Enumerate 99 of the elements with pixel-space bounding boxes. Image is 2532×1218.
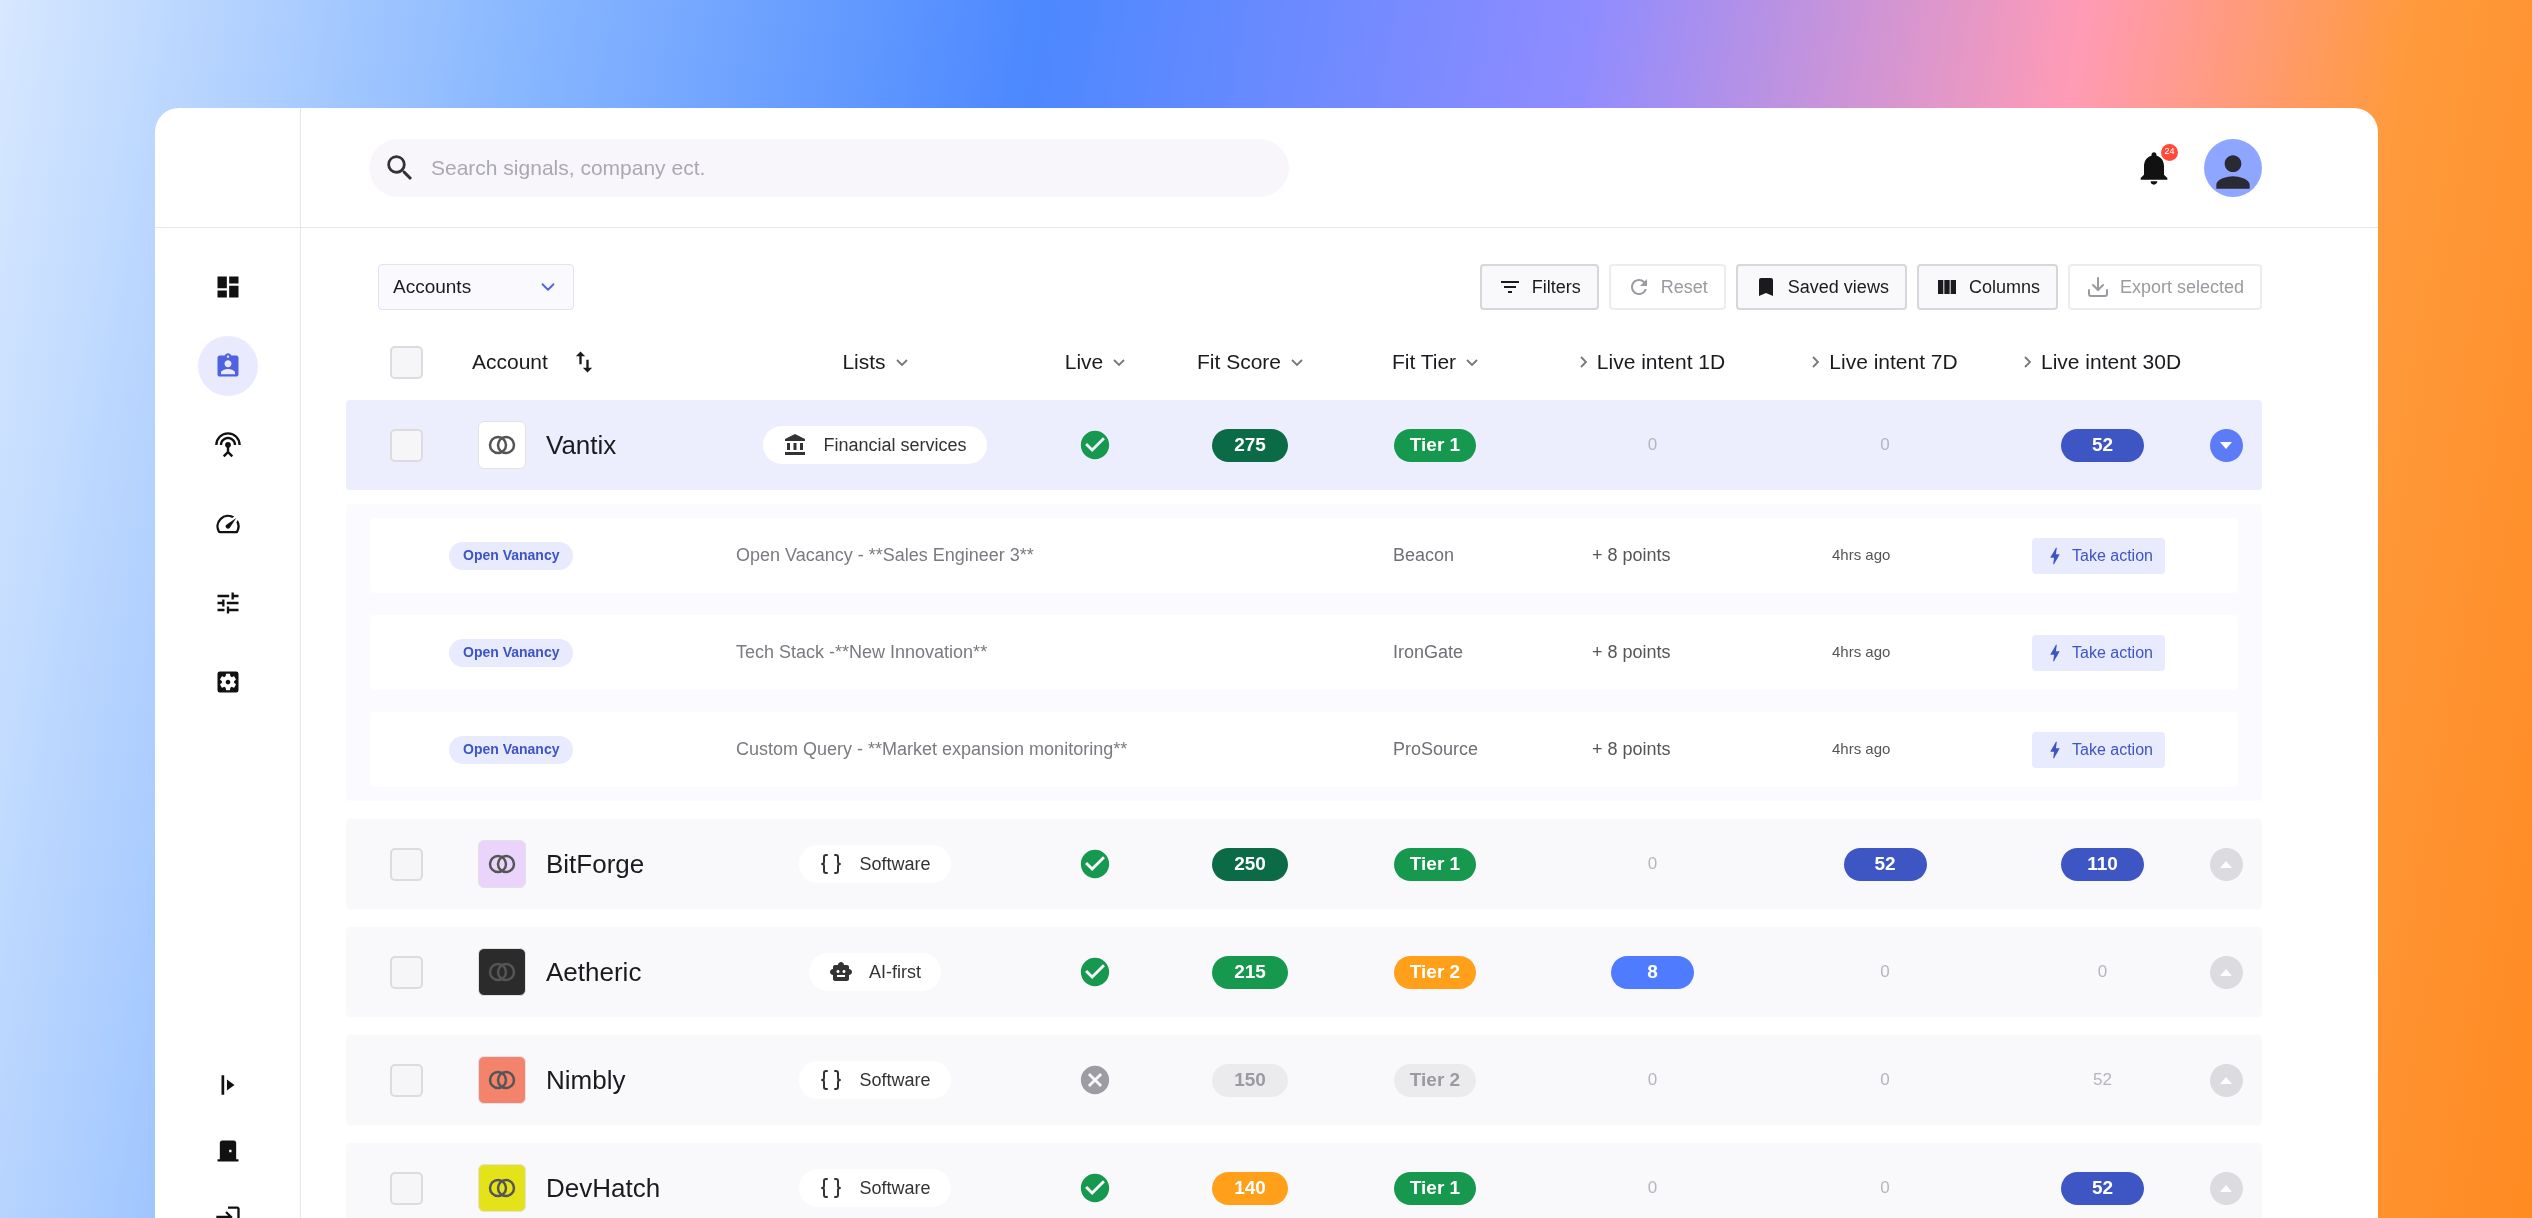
signal-source: Beacon (1392, 544, 1456, 567)
row-checkbox[interactable] (389, 1063, 423, 1097)
table-row[interactable]: Vantix Financial services 275 Tier 1 0 0 52 (346, 400, 2262, 490)
fit-tier-pill: Tier 2 (1394, 955, 1476, 989)
signal-description: Tech Stack -**New Innovation** (736, 641, 989, 664)
row-checkbox[interactable] (389, 847, 423, 881)
intent-value: 0 (2097, 961, 2108, 984)
intent-pill: 52 (1843, 847, 1927, 881)
signal-time: 4hrs ago (1832, 739, 1892, 760)
expand-button[interactable] (2209, 428, 2243, 462)
chevron-down-icon (1291, 358, 1303, 366)
caret-up-icon (2220, 860, 2232, 868)
column-header[interactable]: Lists (740, 346, 1010, 378)
intent-value: 52 (2093, 1069, 2112, 1092)
intent-value: 0 (1647, 1069, 1658, 1092)
take-action-button[interactable]: Take action (2032, 731, 2165, 768)
chevron-right-icon (2023, 356, 2031, 368)
caret-up-icon (2220, 968, 2232, 976)
intent-pill: 52 (2061, 1171, 2144, 1205)
intent-value: 0 (1880, 961, 1890, 984)
search-field[interactable]: Search signals, company ect. (369, 138, 1289, 197)
intent-value: 0 (1647, 434, 1658, 457)
row-checkbox[interactable] (389, 955, 423, 989)
list-tag: AI-first (809, 953, 941, 991)
account-name[interactable]: Aetheric (546, 952, 642, 992)
caret-down-icon (2220, 441, 2232, 449)
intent-value: 0 (1647, 853, 1658, 876)
download-icon (2085, 275, 2110, 299)
intent-value: 0 (1647, 1177, 1658, 1200)
user-avatar[interactable] (2204, 138, 2262, 197)
braces-icon (819, 852, 844, 876)
intent-value: 0 (1880, 434, 1890, 457)
intent-pill: 8 (1611, 955, 1694, 989)
account-name[interactable]: DevHatch (546, 1168, 661, 1208)
column-header[interactable]: Live intent 30D (2015, 346, 2190, 378)
braces-icon (819, 1176, 844, 1200)
take-action-button[interactable]: Take action (2032, 537, 2165, 574)
signal-tag: Open Vanancy (449, 735, 574, 764)
toolbar-button[interactable]: Columns (1916, 264, 2058, 310)
account-name[interactable]: Nimbly (546, 1060, 626, 1100)
signal-time: 4hrs ago (1832, 642, 1892, 663)
list-tag: Financial services (763, 426, 987, 464)
bank-icon (783, 433, 808, 457)
signal-points: + 8 points (1592, 641, 1672, 664)
view-dropdown[interactable]: Accounts (378, 264, 574, 310)
signal-description: Custom Query - **Market expansion monitoring** (736, 738, 1129, 761)
chevron-down-icon (1113, 358, 1126, 366)
toolbar-button[interactable]: Filters (1479, 264, 1599, 310)
table-row[interactable]: Nimbly Software 150 Tier 2 0 0 52 (346, 1035, 2262, 1125)
account-name[interactable]: BitForge (546, 844, 645, 884)
table-row[interactable]: DevHatch Software 140 Tier 1 0 0 52 (346, 1143, 2262, 1218)
signal-points: + 8 points (1592, 544, 1672, 567)
caret-up-icon (2220, 1076, 2232, 1084)
braces-icon (819, 1068, 844, 1092)
chevron-right-icon (1579, 356, 1587, 368)
fit-tier-pill: Tier 1 (1394, 428, 1476, 462)
signal-tag: Open Vanancy (449, 638, 574, 667)
intent-value: 0 (1880, 1069, 1890, 1092)
signal-time: 4hrs ago (1832, 545, 1892, 566)
table-row[interactable]: Aetheric AI-first 215 Tier 2 8 0 0 (346, 927, 2262, 1017)
fit-score-pill: 150 (1212, 1063, 1288, 1097)
intent-pill: 52 (2061, 428, 2144, 462)
chevron-right-icon (1812, 356, 1820, 368)
toolbar-button[interactable]: Saved views (1735, 264, 1907, 310)
list-tag: Software (799, 845, 951, 883)
fit-score-pill: 250 (1212, 847, 1288, 881)
signal-description: Open Vacancy - **Sales Engineer 3** (736, 544, 1035, 567)
fit-tier-pill: Tier 2 (1394, 1063, 1476, 1097)
chevron-down-icon (1466, 358, 1479, 366)
signal-tag: Open Vanancy (449, 541, 574, 570)
fit-score-pill: 275 (1212, 428, 1288, 462)
column-header[interactable]: Account (466, 346, 740, 378)
row-checkbox[interactable] (389, 1171, 423, 1205)
intent-pill: 110 (2061, 847, 2144, 881)
signal-source: ProSource (1392, 738, 1480, 761)
fit-score-pill: 215 (1212, 955, 1288, 989)
intent-value: 0 (1880, 1177, 1890, 1200)
row-checkbox[interactable] (389, 428, 423, 462)
list-tag: Software (799, 1169, 951, 1207)
chevron-down-icon (895, 358, 908, 366)
column-header[interactable]: Fit Tier (1320, 346, 1550, 378)
notification-badge: 24 (2161, 143, 2178, 161)
column-header[interactable]: Live intent 1D (1550, 346, 1755, 378)
select-all-checkbox[interactable] (389, 345, 423, 379)
antenna-icon (213, 431, 242, 459)
fit-tier-pill: Tier 1 (1394, 1171, 1476, 1205)
take-action-button[interactable]: Take action (2032, 634, 2165, 671)
signal-points: + 8 points (1592, 738, 1672, 761)
table-row[interactable]: BitForge Software 250 Tier 1 0 52 110 (346, 819, 2262, 909)
column-header[interactable]: Live (1010, 346, 1180, 378)
fit-score-pill: 140 (1212, 1171, 1288, 1205)
fit-tier-pill: Tier 1 (1394, 847, 1476, 881)
account-name[interactable]: Vantix (546, 425, 617, 465)
robot-icon (829, 960, 853, 984)
caret-up-icon (2220, 1184, 2232, 1192)
signal-source: IronGate (1392, 641, 1465, 664)
list-tag: Software (799, 1061, 951, 1099)
column-header[interactable]: Live intent 7D (1755, 346, 2015, 378)
column-header[interactable]: Fit Score (1180, 346, 1320, 378)
